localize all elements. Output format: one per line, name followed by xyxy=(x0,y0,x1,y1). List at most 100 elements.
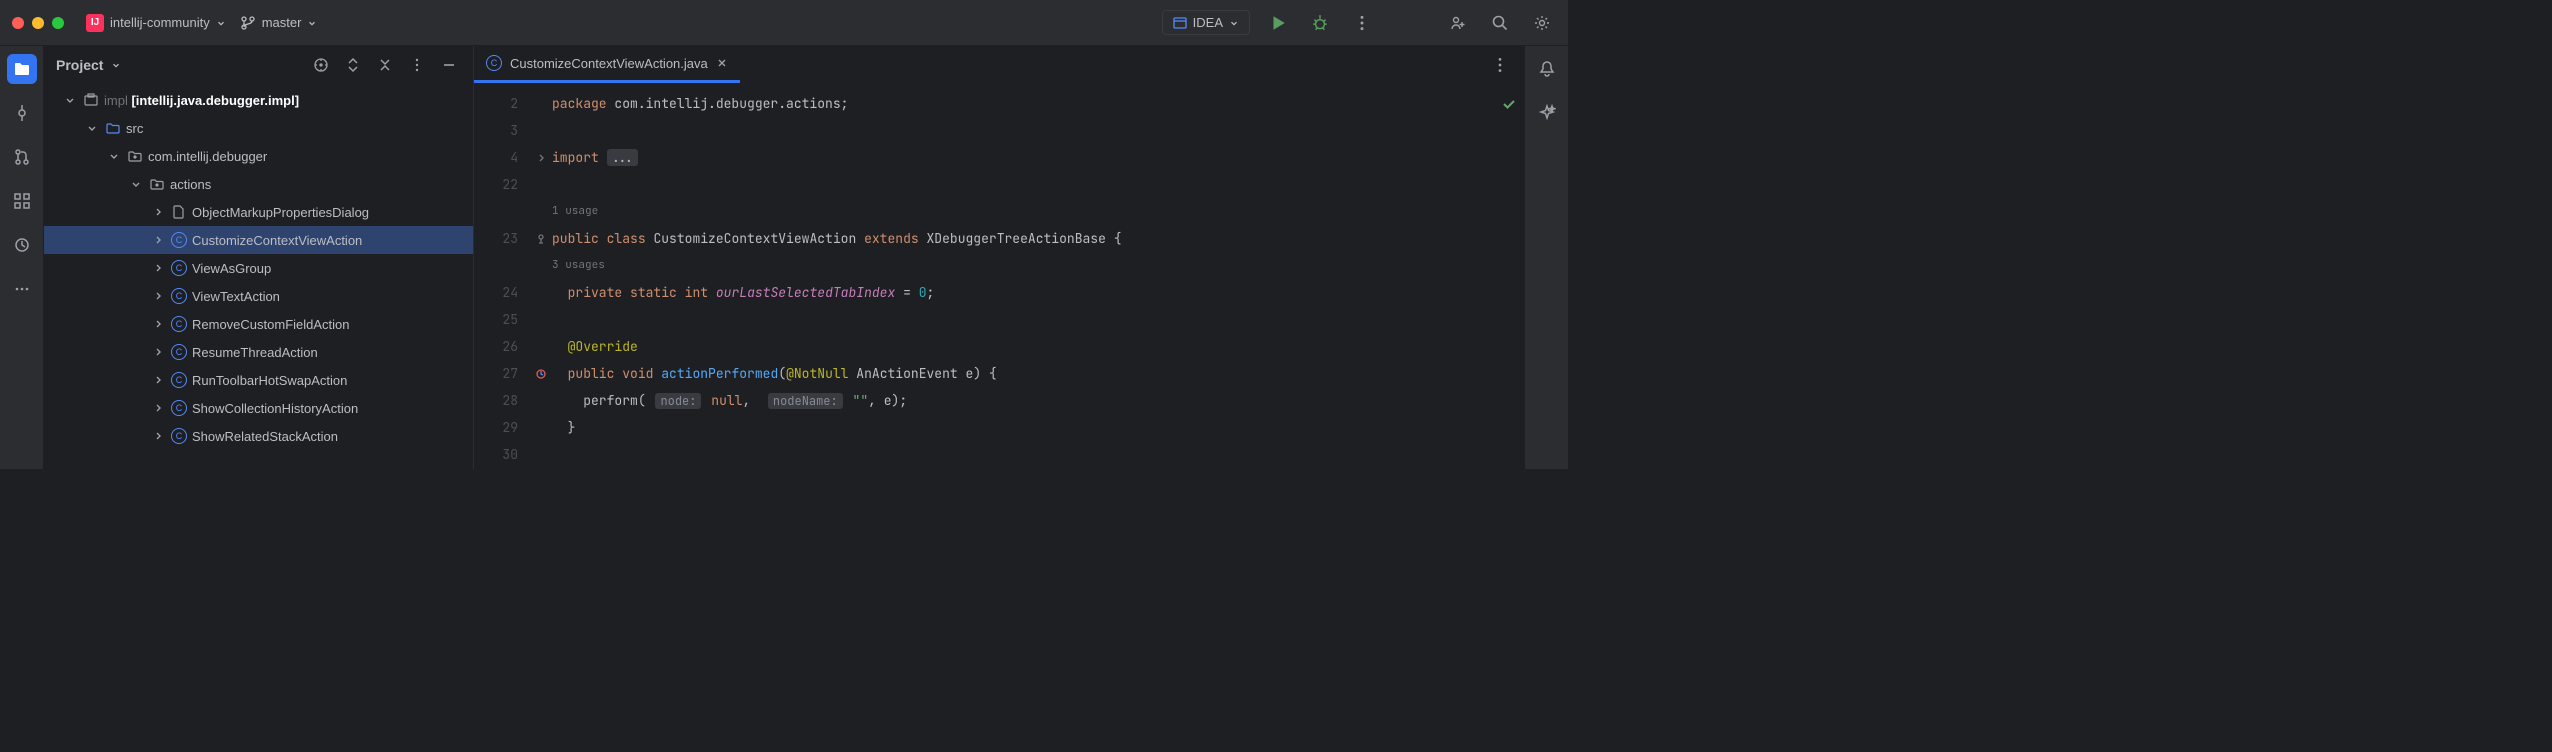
maximize-window-button[interactable] xyxy=(52,17,64,29)
gutter-marker xyxy=(530,306,552,333)
tree-row[interactable]: CShowRelatedStackAction xyxy=(44,422,473,450)
code-line[interactable] xyxy=(552,117,1494,144)
tree-item-icon xyxy=(104,121,122,135)
more-tool-windows-button[interactable] xyxy=(7,274,37,304)
tree-row[interactable]: CResumeThreadAction xyxy=(44,338,473,366)
vcs-branch-switcher[interactable]: master xyxy=(240,15,318,31)
code-line[interactable] xyxy=(552,306,1494,333)
tree-row[interactable]: com.intellij.debugger xyxy=(44,142,473,170)
left-tool-stripe xyxy=(0,46,44,469)
collapse-all-button[interactable] xyxy=(373,53,397,77)
more-actions-button[interactable] xyxy=(1348,9,1376,37)
project-switcher[interactable]: IJ intellij-community xyxy=(86,14,226,32)
tree-arrow-icon[interactable] xyxy=(84,123,100,133)
editor-tab-options-button[interactable] xyxy=(1486,51,1514,79)
services-tool-button[interactable] xyxy=(7,230,37,260)
code-line[interactable]: } xyxy=(552,414,1494,441)
settings-button[interactable] xyxy=(1528,9,1556,37)
code-line[interactable] xyxy=(552,441,1494,468)
tree-arrow-icon[interactable] xyxy=(150,375,166,385)
gutter-line-number: 24 xyxy=(474,279,530,306)
gutter-marker xyxy=(530,387,552,414)
close-tab-icon[interactable] xyxy=(716,57,728,69)
code-line[interactable]: package com.intellij.debugger.actions; xyxy=(552,90,1494,117)
tree-item-label: com.intellij.debugger xyxy=(148,149,267,164)
code-line[interactable]: import ... xyxy=(552,144,1494,171)
tree-row[interactable]: CRemoveCustomFieldAction xyxy=(44,310,473,338)
tree-item-label: ViewAsGroup xyxy=(192,261,271,276)
code-line[interactable]: @Override xyxy=(552,333,1494,360)
tree-arrow-icon[interactable] xyxy=(150,347,166,357)
tree-item-icon: C xyxy=(170,400,188,416)
code-line[interactable]: public class CustomizeContextViewAction … xyxy=(552,225,1494,252)
gutter-line-number: 23 xyxy=(474,225,530,252)
tree-arrow-icon[interactable] xyxy=(150,431,166,441)
search-everywhere-button[interactable] xyxy=(1486,9,1514,37)
tree-row[interactable]: CViewAsGroup xyxy=(44,254,473,282)
tree-row[interactable]: impl [intellij.java.debugger.impl] xyxy=(44,86,473,114)
code-line[interactable]: public void actionPerformed(@NotNull AnA… xyxy=(552,360,1494,387)
run-button[interactable] xyxy=(1264,9,1292,37)
editor-code[interactable]: package com.intellij.debugger.actions; im… xyxy=(552,84,1494,469)
tree-arrow-icon[interactable] xyxy=(150,319,166,329)
gutter-marker xyxy=(530,117,552,144)
panel-options-button[interactable] xyxy=(405,53,429,77)
project-tool-button[interactable] xyxy=(7,54,37,84)
right-tool-stripe xyxy=(1524,46,1568,469)
tree-arrow-icon[interactable] xyxy=(150,291,166,301)
inspection-ok-icon[interactable] xyxy=(1494,90,1524,117)
tree-item-label: CustomizeContextViewAction xyxy=(192,233,362,248)
code-with-me-button[interactable] xyxy=(1444,9,1472,37)
gutter-marker[interactable] xyxy=(530,225,552,252)
tree-item-icon: C xyxy=(170,316,188,332)
chevron-down-icon[interactable] xyxy=(111,60,121,70)
tree-row[interactable]: CViewTextAction xyxy=(44,282,473,310)
expand-all-button[interactable] xyxy=(341,53,365,77)
tree-item-icon: C xyxy=(170,232,188,248)
tree-arrow-icon[interactable] xyxy=(62,95,78,105)
tree-arrow-icon[interactable] xyxy=(150,403,166,413)
chevron-down-icon xyxy=(307,18,317,28)
gutter-line-number: 2 xyxy=(474,90,530,117)
minimize-window-button[interactable] xyxy=(32,17,44,29)
notifications-tool-button[interactable] xyxy=(1532,54,1562,84)
usage-hint[interactable]: 1 usage xyxy=(552,198,1494,225)
code-line[interactable]: private static int ourLastSelectedTabInd… xyxy=(552,279,1494,306)
tree-row[interactable]: C CustomizeContextViewAction xyxy=(44,226,473,254)
tree-item-label: ResumeThreadAction xyxy=(192,345,318,360)
tree-arrow-icon[interactable] xyxy=(150,207,166,217)
editor-gutter: 234222324252627282930 xyxy=(474,84,530,469)
tree-arrow-icon[interactable] xyxy=(128,179,144,189)
gutter-marker[interactable] xyxy=(530,144,552,171)
tree-row[interactable]: CRunToolbarHotSwapAction xyxy=(44,366,473,394)
tree-arrow-icon[interactable] xyxy=(150,235,166,245)
hide-panel-button[interactable] xyxy=(437,53,461,77)
tree-arrow-icon[interactable] xyxy=(106,151,122,161)
tree-row[interactable]: ObjectMarkupPropertiesDialog xyxy=(44,198,473,226)
tree-item-label: impl [intellij.java.debugger.impl] xyxy=(104,93,299,108)
run-configuration-selector[interactable]: IDEA xyxy=(1162,10,1250,35)
select-opened-file-button[interactable] xyxy=(309,53,333,77)
tab-filename: CustomizeContextViewAction.java xyxy=(510,56,708,71)
debug-button[interactable] xyxy=(1306,9,1334,37)
tree-arrow-icon[interactable] xyxy=(150,263,166,273)
commit-tool-button[interactable] xyxy=(7,98,37,128)
editor-body[interactable]: 234222324252627282930 package com.intell… xyxy=(474,84,1524,469)
tree-row[interactable]: CShowCollectionHistoryAction xyxy=(44,394,473,422)
tree-row[interactable]: src xyxy=(44,114,473,142)
tree-item-icon xyxy=(82,93,100,107)
editor-tab[interactable]: C CustomizeContextViewAction.java xyxy=(474,46,740,83)
project-tree[interactable]: impl [intellij.java.debugger.impl] src com… xyxy=(44,84,473,469)
ai-assistant-tool-button[interactable] xyxy=(1532,98,1562,128)
pull-requests-tool-button[interactable] xyxy=(7,142,37,172)
panel-title: Project xyxy=(56,57,103,73)
gutter-marker[interactable] xyxy=(530,360,552,387)
project-panel: Project impl [intellij.java.debugger.imp… xyxy=(44,46,474,469)
structure-tool-button[interactable] xyxy=(7,186,37,216)
code-line[interactable] xyxy=(552,171,1494,198)
tree-row[interactable]: actions xyxy=(44,170,473,198)
tree-item-icon: C xyxy=(170,288,188,304)
code-line[interactable]: perform( node: null, nodeName: "", e); xyxy=(552,387,1494,414)
close-window-button[interactable] xyxy=(12,17,24,29)
usage-hint[interactable]: 3 usages xyxy=(552,252,1494,279)
